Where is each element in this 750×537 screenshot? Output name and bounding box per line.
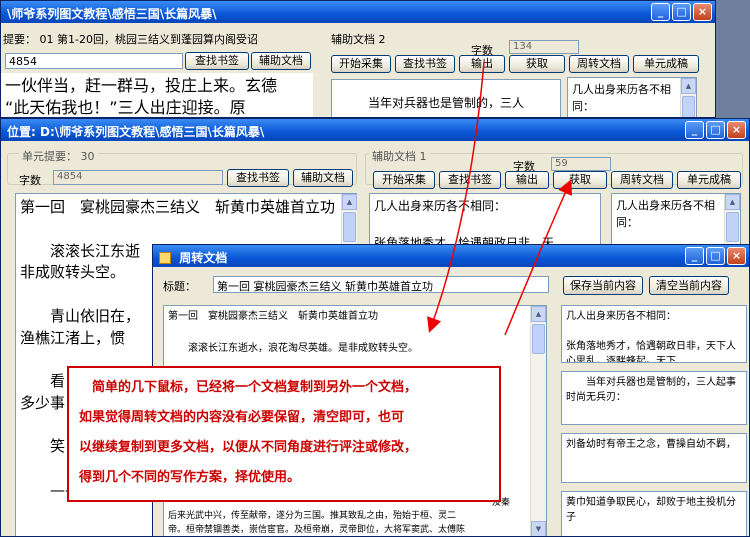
scroll-up-icon[interactable]: ▲ [681,78,696,94]
back-find-bookmark-button[interactable]: 查找书签 [185,52,249,70]
mid-find-bookmark-button[interactable]: 查找书签 [227,169,289,187]
back-aux-text-content: 当年对兵器也是管制的，三人 [367,96,524,110]
mid-aux-doc-button[interactable]: 辅助文档 [293,169,353,187]
mid-start-collect-button[interactable]: 开始采集 [373,171,435,189]
annotation-line: 以继续复制到更多文档，以便从不同角度进行评注或修改， [79,440,418,455]
back-main-text[interactable]: 一伙伴当，赶一群马，投庄上来。玄德 “此天佑我也！”三人出庄迎接。原 [1,73,313,117]
back-aux-doc-button[interactable]: 辅助文档 [251,52,311,70]
close-icon[interactable]: × [693,3,712,21]
mid-count-label: 字数 [19,174,41,187]
mid-side-text-content: 几人出身来历各不相同： [616,199,715,230]
mid-side-text[interactable]: 几人出身来历各不相同： ▲ [611,193,741,249]
mid-fetch-button[interactable]: 获取 [553,171,607,189]
back-fetch-button[interactable]: 获取 [509,55,565,73]
front-main-text-top: 第一回 宴桃园豪杰三结义 斩黄巾英雄首立功 滚滚长江东逝水，浪花淘尽英雄。是非成… [168,311,418,354]
back-transfer-doc-button[interactable]: 周转文档 [569,55,629,73]
maximize-icon[interactable]: □ [706,121,725,139]
front-main-scrollbar[interactable]: ▲ ▼ [530,306,546,536]
mid-output-button[interactable]: 输出 [505,171,549,189]
front-side-text-1[interactable]: 几人出身来历各不相同： 张角落地秀才，恰遇朝政日非，天下人心思乱，逐畔蜂起。天下 [561,305,747,363]
back-window-title: \师爷系列图文教程\感悟三国\长篇风暴\ [7,7,217,21]
scroll-thumb[interactable] [726,212,739,242]
back-unit-draft-button[interactable]: 单元成稿 [633,55,699,73]
mid-find-button[interactable]: 查找书签 [439,171,501,189]
back-window-titlebar[interactable]: \师爷系列图文教程\感悟三国\长篇风暴\ _ □ × [1,1,715,23]
front-side-text-2[interactable]: 当年对兵器也是管制的，三人起事时尚无兵刃： [561,371,747,425]
back-aux-count: 134 [509,40,579,54]
mid-unit-draft-button[interactable]: 单元成稿 [677,171,741,189]
annotation-line: 简单的几下鼠标，已经将一个文档复制到另外一个文档， [79,380,418,395]
back-find-button[interactable]: 查找书签 [395,55,455,73]
close-icon[interactable]: × [727,247,746,265]
mid-count-field: 4854 [53,170,223,185]
front-main-text-bottom: 及秦 后来光武中兴，传至献帝，遂分为三国。推其致乱之由，殆始于桓、灵二 帝。桓帝… [168,497,511,535]
scroll-up-icon[interactable]: ▲ [725,194,740,210]
back-window: \师爷系列图文教程\感悟三国\长篇风暴\ _ □ × 提要： 01 第1-20回… [0,0,716,118]
scroll-thumb[interactable] [532,324,545,354]
scroll-up-icon[interactable]: ▲ [342,194,357,210]
back-side-scrollbar[interactable]: ▲ [680,78,696,117]
mid-aux-count: 59 [551,157,611,171]
maximize-icon[interactable]: □ [706,247,725,265]
annotation-line: 如果觉得周转文档的内容没有必要保留，清空即可，也可 [79,410,405,425]
mid-aux-text[interactable]: 几人出身来历各不相同： 张角落地秀才，恰遇朝政日非，天 [369,193,601,249]
save-current-button[interactable]: 保存当前内容 [563,276,643,295]
back-aux-text[interactable]: 当年对兵器也是管制的，三人 [331,79,561,117]
clear-current-button[interactable]: 清空当前内容 [649,276,729,295]
scroll-thumb[interactable] [682,96,695,117]
mid-window-title: 位置: D:\师爷系列图文教程\感悟三国\长篇风暴\ [7,125,265,139]
annotation-line: 得到几个不同的写作方案，择优使用。 [79,470,301,485]
mid-window-titlebar[interactable]: 位置: D:\师爷系列图文教程\感悟三国\长篇风暴\ _ □ × [1,119,749,141]
back-output-button[interactable]: 输出 [459,55,505,73]
scroll-thumb[interactable] [343,212,356,242]
maximize-icon[interactable]: □ [672,3,691,21]
scroll-down-icon[interactable]: ▼ [531,521,546,536]
front-side-text-3[interactable]: 刘备幼时有帝王之念，曹操自幼不羁， [561,433,747,483]
minimize-icon[interactable]: _ [685,121,704,139]
back-side-text[interactable]: 几人出身来历各不相同： ▲ [567,77,697,117]
minimize-icon[interactable]: _ [685,247,704,265]
mid-transfer-doc-button[interactable]: 周转文档 [611,171,673,189]
front-title-label: 标题： [163,280,196,293]
close-icon[interactable]: × [727,121,746,139]
annotation-box: 简单的几下鼠标，已经将一个文档复制到另外一个文档， 如果觉得周转文档的内容没有必… [67,366,501,502]
back-summary: 提要： 01 第1-20回，桃园三结义到蓬园算内阁受诏 [3,33,258,46]
app-icon [159,252,171,264]
front-title-input[interactable]: 第一回 宴桃园豪杰三结义 斩黄巾英雄首立功 [213,276,549,293]
minimize-icon[interactable]: _ [651,3,670,21]
mid-side-scrollbar[interactable]: ▲ [724,194,740,248]
mid-summary-label: 单元提要： 30 [19,148,98,164]
front-side-text-4[interactable]: 黄巾知道争取民心，却败于地主投机分子 [561,491,747,536]
back-start-collect-button[interactable]: 开始采集 [331,55,391,73]
mid-aux-label: 辅助文档 1 [369,148,430,164]
back-aux-label: 辅助文档 2 [331,33,386,46]
back-side-text-content: 几人出身来历各不相同： [572,83,671,114]
front-window-title: 周转文档 [179,251,228,265]
back-count-field[interactable]: 4854 [5,53,183,69]
scroll-up-icon[interactable]: ▲ [531,306,546,322]
front-window-titlebar[interactable]: 周转文档 _ □ × [153,245,749,267]
